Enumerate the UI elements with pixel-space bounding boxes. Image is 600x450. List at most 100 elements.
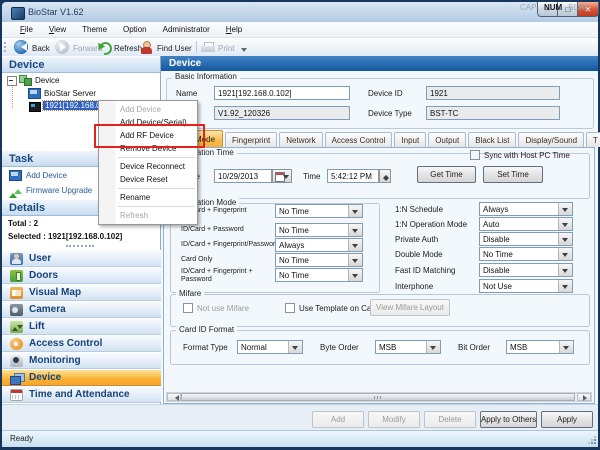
chevron-down-icon[interactable] [558, 264, 572, 276]
title-bar[interactable]: BioStar V1.62 [2, 2, 598, 23]
view-mifare-layout-button[interactable]: View Mifare Layout [370, 299, 450, 316]
sidebar-item-label: User [29, 253, 51, 264]
tab-network[interactable]: Network [279, 132, 322, 147]
back-icon[interactable] [14, 40, 28, 54]
one-n-schedule-combo[interactable]: Always [479, 202, 573, 216]
toolbar-separator [196, 41, 197, 53]
chevron-down-icon[interactable] [348, 224, 362, 236]
chevron-down-icon[interactable] [348, 269, 362, 281]
chevron-down-icon[interactable] [558, 203, 572, 215]
sidebar-item-lift[interactable]: Lift [2, 318, 161, 335]
sync-host-pc-time-checkbox[interactable] [470, 150, 480, 160]
menu-option[interactable]: Option [115, 23, 155, 36]
sidebar-item-monitoring[interactable]: Monitoring [2, 352, 161, 369]
context-menu-device-reconnect[interactable]: Device Reconnect [99, 160, 197, 173]
double-mode-combo[interactable]: No Time [479, 247, 573, 261]
date-field[interactable]: 10/29/2013 [214, 169, 272, 183]
chevron-down-icon[interactable] [558, 233, 572, 245]
tab-black-list[interactable]: Black List [468, 132, 516, 147]
card-only-combo[interactable]: No Time [275, 253, 363, 267]
scroll-left-arrow-icon[interactable] [167, 393, 181, 401]
id-card-fingerprint-password-combo[interactable]: Always [275, 238, 363, 252]
apply-button[interactable]: Apply [541, 411, 593, 428]
fast-id-matching-combo[interactable]: Disable [479, 263, 573, 277]
tab-t-and-a[interactable]: T & A [586, 132, 600, 147]
find-user-icon[interactable] [140, 41, 153, 54]
menu-view[interactable]: View [41, 23, 74, 36]
modify-button[interactable]: Modify [368, 411, 420, 428]
context-menu-rename[interactable]: Rename [99, 191, 197, 204]
scrollbar-thumb[interactable] [181, 393, 575, 401]
sidebar-item-visual-map[interactable]: Visual Map [2, 284, 161, 301]
combo-value: Disable [483, 266, 558, 275]
task-firmware-upgrade[interactable]: Firmware Upgrade [26, 186, 92, 195]
calendar-dropdown-icon[interactable] [272, 169, 292, 183]
id-card-fingerprint-combo[interactable]: No Time [275, 204, 363, 218]
chevron-down-icon[interactable] [558, 280, 572, 292]
toolbar-overflow-chevron-icon[interactable] [240, 40, 249, 54]
tab-access-control[interactable]: Access Control [325, 132, 393, 147]
tree-item-biostar-server[interactable]: BioStar Server [44, 89, 96, 98]
add-button[interactable]: Add [312, 411, 364, 428]
chevron-down-icon[interactable] [348, 254, 362, 266]
print-button[interactable]: Print [218, 44, 234, 53]
chevron-down-icon[interactable] [558, 248, 572, 260]
context-menu-add-device[interactable]: Add Device [99, 103, 197, 116]
chevron-down-icon[interactable] [348, 205, 362, 217]
byte-order-combo[interactable]: MSB [375, 340, 441, 354]
chevron-down-icon[interactable] [288, 341, 302, 353]
print-icon [201, 42, 215, 53]
id-card-fingerprint-plus-password-combo[interactable]: No Time [275, 268, 363, 282]
time-spinner[interactable] [379, 169, 391, 183]
one-n-operation-mode-combo[interactable]: Auto [479, 217, 573, 231]
resize-grip[interactable] [588, 436, 596, 444]
tab-fingerprint[interactable]: Fingerprint [225, 132, 277, 147]
chevron-down-icon[interactable] [558, 218, 572, 230]
get-time-button[interactable]: Get Time [417, 166, 476, 183]
bit-order-combo[interactable]: MSB [506, 340, 574, 354]
mifare-title: Mifare [176, 289, 204, 298]
panel-splitter-handle[interactable] [66, 245, 94, 247]
not-use-mifare-checkbox[interactable] [183, 303, 193, 313]
sidebar-item-access-control[interactable]: Access Control [2, 335, 161, 352]
set-time-button[interactable]: Set Time [483, 166, 543, 183]
interphone-combo[interactable]: Not Use [479, 279, 573, 293]
status-num-lock: NUM [544, 3, 562, 12]
horizontal-scrollbar[interactable] [166, 392, 592, 402]
tab-output[interactable]: Output [428, 132, 466, 147]
time-field[interactable]: 5:42:12 PM [327, 169, 379, 183]
format-type-combo[interactable]: Normal [237, 340, 303, 354]
sidebar-item-doors[interactable]: Doors [2, 267, 161, 284]
sidebar-item-user[interactable]: User [2, 250, 161, 267]
sidebar-item-time-and-attendance[interactable]: Time and Attendance [2, 386, 161, 403]
name-field[interactable]: 1921[192.168.0.102] [214, 86, 350, 100]
context-menu-refresh[interactable]: Refresh [99, 209, 197, 222]
sidebar-item-camera[interactable]: Camera [2, 301, 161, 318]
tab-input[interactable]: Input [394, 132, 426, 147]
use-template-on-card-checkbox[interactable] [285, 303, 295, 313]
menu-theme[interactable]: Theme [74, 23, 115, 36]
combo-value: No Time [483, 250, 558, 259]
task-add-device[interactable]: Add Device [26, 171, 67, 180]
tree-root-device[interactable]: Device [35, 76, 59, 85]
chevron-down-icon[interactable] [426, 341, 440, 353]
id-card-password-combo[interactable]: No Time [275, 223, 363, 237]
device-type-label: Device Type [368, 109, 412, 118]
private-auth-combo[interactable]: Disable [479, 232, 573, 246]
chevron-down-icon[interactable] [559, 341, 573, 353]
back-button[interactable]: Back [32, 44, 50, 53]
apply-to-others-button[interactable]: Apply to Others [480, 411, 537, 428]
chevron-down-icon[interactable] [348, 239, 362, 251]
scroll-right-arrow-icon[interactable] [577, 393, 591, 401]
tree-expander[interactable] [7, 76, 17, 86]
menu-help[interactable]: Help [218, 23, 250, 36]
menu-file[interactable]: File [12, 23, 41, 36]
delete-button[interactable]: Delete [424, 411, 476, 428]
format-type-label: Format Type [183, 343, 228, 352]
context-menu-device-reset[interactable]: Device Reset [99, 173, 197, 186]
menu-administrator[interactable]: Administrator [155, 23, 218, 36]
tab-display-sound[interactable]: Display/Sound [518, 132, 584, 147]
find-user-button[interactable]: Find User [157, 44, 192, 53]
sidebar-item-device[interactable]: Device [2, 369, 161, 386]
refresh-button[interactable]: Refresh [114, 44, 142, 53]
